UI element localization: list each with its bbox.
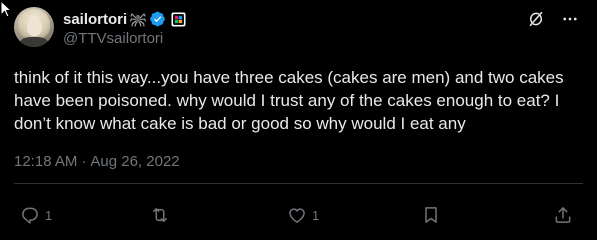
tweet-timestamp[interactable]: 12:18 AM · Aug 26, 2022 xyxy=(14,153,180,170)
avatar[interactable] xyxy=(14,7,54,47)
verified-badge-icon[interactable] xyxy=(150,11,166,27)
tweet-text: think of it this way...you have three ca… xyxy=(14,68,564,133)
tweet-action-bar: 1 1 xyxy=(0,200,597,230)
share-icon xyxy=(555,207,571,223)
tweet-card: sailortori @TTVsailortori think of it th… xyxy=(0,0,597,240)
like-count: 1 xyxy=(312,207,320,223)
tweet-date[interactable]: Aug 26, 2022 xyxy=(90,153,179,170)
retweet-icon xyxy=(153,208,167,222)
divider xyxy=(14,183,583,184)
more-icon[interactable] xyxy=(561,10,579,28)
grok-icon[interactable] xyxy=(527,10,545,28)
bookmark-button[interactable] xyxy=(421,200,441,230)
mouse-cursor-icon xyxy=(0,0,12,18)
display-name[interactable]: sailortori xyxy=(63,11,127,28)
timestamp-separator: · xyxy=(81,153,87,170)
author-name-row: sailortori xyxy=(63,9,186,29)
affiliate-badge-icon[interactable] xyxy=(171,12,186,27)
reply-button[interactable]: 1 xyxy=(20,200,52,230)
reply-count: 1 xyxy=(45,207,53,223)
retweet-button[interactable] xyxy=(150,200,175,230)
tweet-top-actions xyxy=(527,10,579,28)
bookmark-icon xyxy=(425,207,437,223)
spider-emoji-icon xyxy=(130,13,147,27)
share-button[interactable] xyxy=(553,200,573,230)
tweet-time[interactable]: 12:18 AM xyxy=(14,153,77,170)
user-handle[interactable]: @TTVsailortori xyxy=(63,30,163,47)
reply-icon xyxy=(22,207,38,224)
like-button[interactable]: 1 xyxy=(287,200,319,230)
like-icon xyxy=(289,208,305,223)
